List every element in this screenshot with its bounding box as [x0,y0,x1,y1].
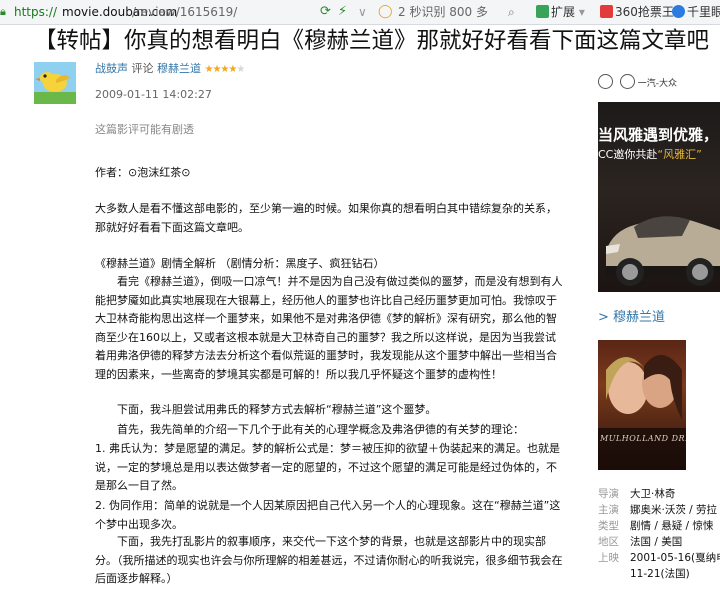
article-point-1: 1. 弗氏认为：梦是愿望的满足。梦的解析公式是：梦＝被压抑的欲望＋伪装起来的满足… [95,442,560,492]
info-release-cont: 11-21(法国) [598,566,690,582]
page-title: 【转帖】你真的想看明白《穆赫兰道》那就好好看看下面这篇文章吧 [34,28,710,54]
poster-title: MULHOLLAND DRIVE [600,434,686,443]
car-image [606,216,720,286]
article-body: 看完《穆赫兰道》，倒吸一口凉气！并不是因为自己没有做过类似的噩梦，而是没有想到有… [95,275,563,381]
stars-filled: ★★★★ [204,64,238,75]
ad-brand-row[interactable]: 一汽-大众 [598,74,677,89]
article-intro: 大多数人是看不懂这部电影的，至少第一遍的时候。如果你真的想看明白其中错综复杂的关… [95,202,557,234]
article-heading: 《穆赫兰道》剧情全解析 （剧情分析：黑度子、疯狂钻石） [95,257,385,270]
vw-logo-icon [598,74,613,89]
rating-stars: ★★★★★ [204,64,246,75]
ad-headline: 当风雅遇到优雅， [598,126,719,144]
ticket-extension-label: 360抢票王 [615,5,674,19]
info-label: 地区 [598,536,619,548]
ad-sub-pre: CC邀你共赴 [598,148,658,161]
info-cast: 主演 娜奥米·沃茨 / 劳拉 [598,502,717,518]
article-author-line: 作者：⊙泡沫红茶⊙ [95,166,191,179]
info-value: 法国 / 美国 [630,536,683,548]
movie-name-link[interactable]: 穆赫兰道 [157,62,201,75]
ad-sub-accent: “风雅汇” [657,148,702,161]
ad-brand-text: 一汽-大众 [637,79,677,89]
browser-toolbar: 🔒︎ https:// movie.douban.com /review/161… [0,0,720,25]
extension-label: 扩展 [551,5,576,19]
extension-icon [536,5,549,18]
url-path[interactable]: /review/1615619/ [132,0,237,24]
lightning-icon[interactable]: ⚡ [338,0,347,24]
info-label: 类型 [598,520,619,532]
info-genre: 类型 剧情 / 悬疑 / 惊悚 [598,518,713,534]
faw-logo-icon [619,74,635,89]
info-value[interactable]: 剧情 / 悬疑 / 惊悚 [630,520,713,532]
spoiler-notice: 这篇影评可能有剧透 [95,123,194,136]
bird-avatar-icon [34,62,76,104]
lock-icon[interactable]: 🔒︎ [0,0,6,24]
search-icon[interactable]: ⌕ [508,0,515,24]
search-engine-icon[interactable]: ◯ [378,0,393,24]
car-ad-banner[interactable]: 当风雅遇到优雅， CC邀你共赴“风雅汇” [598,102,720,292]
qianliyan-label: 千里眼 [687,5,720,19]
article-hypothesis: 下面，我斗胆尝试用弗氏的释梦方式去解析“穆赫兰道”这个噩梦。 [117,403,437,416]
review-verb: 评论 [131,62,154,75]
info-release: 上映 2001-05-16(戛纳电 [598,550,720,566]
qianliyan-extension-button[interactable]: 千里眼 [672,0,720,24]
ticket-icon [600,5,613,18]
info-value: 11-21(法国) [630,568,690,580]
info-value[interactable]: 娜奥米·沃茨 / 劳拉 [630,504,717,516]
info-label: 上映 [598,552,619,564]
review-date: 2009-01-11 14:02:27 [95,88,212,101]
info-director: 导演 大卫·林奇 [598,486,675,502]
info-value: 2001-05-16(戛纳电 [630,552,720,564]
article-ending: 下面，我先打乱影片的叙事顺序，来交代一下这个梦的背景，也就是这部影片中的现实部分… [95,535,563,585]
review-meta: 战鼓声 评论 穆赫兰道 ★★★★★ [95,62,246,77]
article-first: 首先，我先简单的介绍一下几个于此有关的心理学概念及弗洛伊德的有关梦的理论： [117,423,524,436]
ticket-extension-button[interactable]: 360抢票王 [600,0,674,24]
movie-poster[interactable]: MULHOLLAND DRIVE [598,340,686,470]
extensions-button[interactable]: 扩展 ▾ [536,0,585,24]
movie-sidebar-link[interactable]: > 穆赫兰道 [598,306,665,325]
info-region: 地区 法国 / 美国 [598,534,682,550]
refresh-icon[interactable]: ⟳ [320,0,331,24]
dropdown-chevron-icon[interactable]: ∨ [358,0,367,24]
eye-icon [672,5,685,18]
stars-empty: ★ [236,64,245,75]
search-input[interactable]: 2 秒识别 800 多 [398,0,488,24]
info-value[interactable]: 大卫·林奇 [630,488,675,500]
article-point-2: 2. 伪同作用：简单的说就是一个人因某原因把自己代入另一个人的心理现象。这在“穆… [95,499,561,531]
avatar[interactable] [34,62,76,104]
url-scheme[interactable]: https:// [14,0,57,24]
author-name-link[interactable]: 战鼓声 [95,62,128,75]
poster-art [598,354,686,470]
info-label: 导演 [598,488,619,500]
ad-subline: CC邀你共赴“风雅汇” [598,146,702,162]
info-label: 主演 [598,504,619,516]
